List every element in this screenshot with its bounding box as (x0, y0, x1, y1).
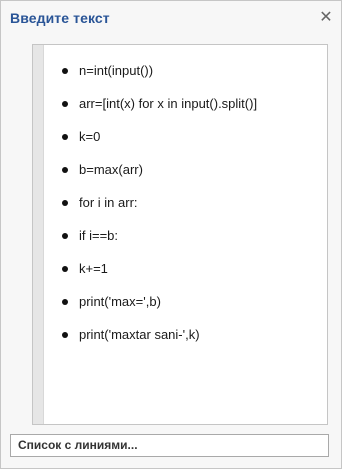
list-item[interactable]: if i==b: (44, 221, 327, 254)
layout-name-label: Список с линиями... (18, 438, 138, 452)
close-icon[interactable]: ✕ (317, 8, 335, 26)
list-item[interactable]: for i in arr: (44, 188, 327, 221)
bullet-icon (62, 299, 68, 305)
list-item-text[interactable]: b=max(arr) (79, 162, 143, 177)
bullet-list: n=int(input()) arr=[int(x) for x in inpu… (44, 45, 327, 353)
pane-title: Введите текст (10, 10, 110, 26)
bullet-text-box[interactable]: n=int(input()) arr=[int(x) for x in inpu… (32, 44, 328, 425)
list-item[interactable]: n=int(input()) (44, 56, 327, 89)
pane-titlebar: Введите текст ✕ (1, 1, 341, 35)
list-item-text[interactable]: arr=[int(x) for x in input().split()] (79, 96, 257, 111)
layout-name-field[interactable]: Список с линиями... (10, 434, 329, 457)
bullet-text-area[interactable]: n=int(input()) arr=[int(x) for x in inpu… (43, 45, 327, 424)
list-item-text[interactable]: k=0 (79, 129, 100, 144)
list-item[interactable]: print('max=',b) (44, 287, 327, 320)
bullet-icon (62, 101, 68, 107)
list-item[interactable]: b=max(arr) (44, 155, 327, 188)
bullet-icon (62, 200, 68, 206)
text-pane: Введите текст ✕ n=int(input()) arr=[int(… (0, 0, 342, 469)
list-item-text[interactable]: if i==b: (79, 228, 118, 243)
list-item-text[interactable]: print('maxtar sani-',k) (79, 327, 200, 342)
bullet-icon (62, 332, 68, 338)
list-item[interactable]: print('maxtar sani-',k) (44, 320, 327, 353)
list-item-text[interactable]: n=int(input()) (79, 63, 153, 78)
list-item[interactable]: k+=1 (44, 254, 327, 287)
bullet-icon (62, 266, 68, 272)
bullet-icon (62, 167, 68, 173)
list-item-text[interactable]: k+=1 (79, 261, 108, 276)
bullet-icon (62, 233, 68, 239)
list-item[interactable]: k=0 (44, 122, 327, 155)
list-item[interactable]: arr=[int(x) for x in input().split()] (44, 89, 327, 122)
bullet-icon (62, 68, 68, 74)
bullet-icon (62, 134, 68, 140)
list-item-text[interactable]: for i in arr: (79, 195, 138, 210)
list-item-text[interactable]: print('max=',b) (79, 294, 161, 309)
